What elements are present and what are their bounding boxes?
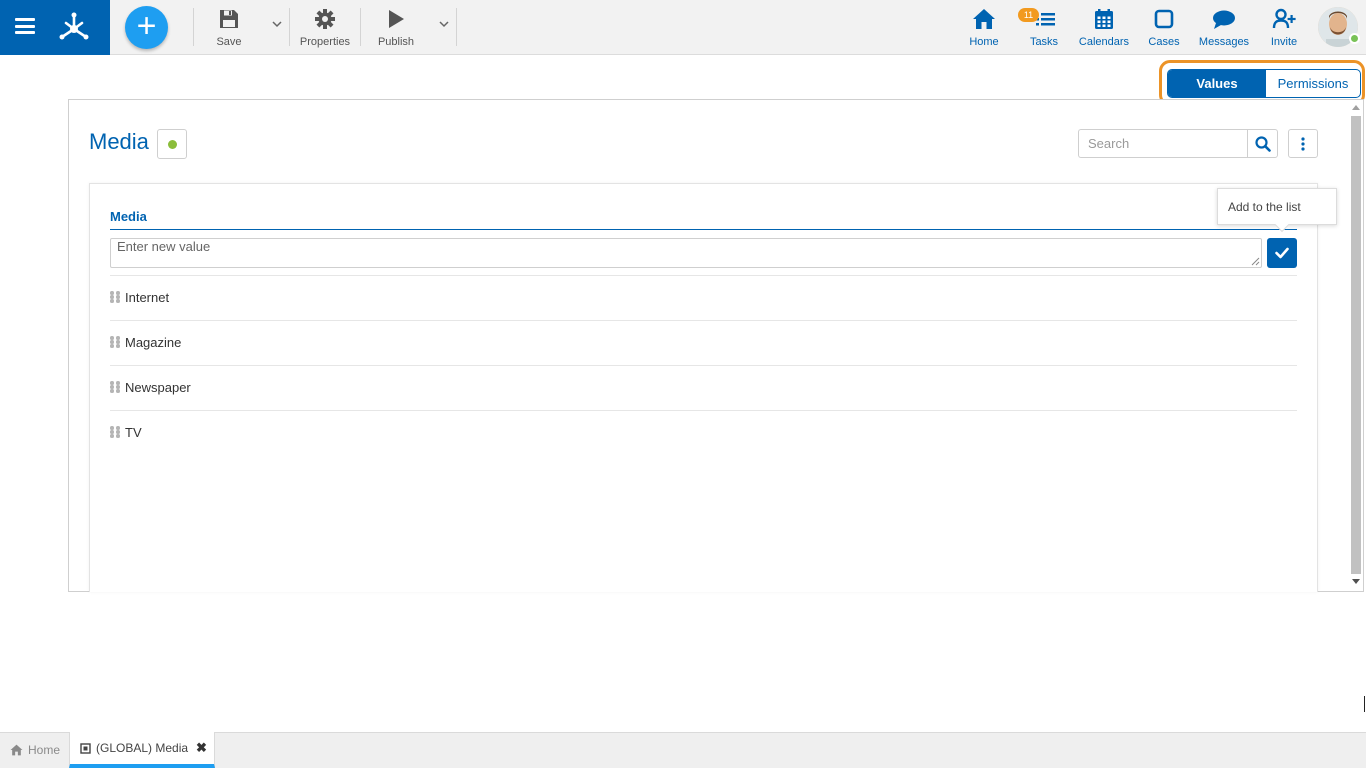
tab-values[interactable]: Values	[1168, 70, 1266, 97]
brand-area	[0, 0, 110, 55]
save-label: Save	[216, 36, 242, 48]
nav-tasks-label: Tasks	[1029, 36, 1059, 48]
house-icon	[10, 744, 23, 756]
online-status-dot	[1349, 33, 1360, 44]
list-divider	[110, 275, 1297, 276]
tasks-count-badge: 11	[1018, 8, 1039, 22]
add-to-list-tooltip: Add to the list	[1217, 188, 1337, 225]
document-icon	[80, 742, 91, 754]
bottom-tab-home[interactable]: Home	[0, 732, 69, 768]
nav-invite-label: Invite	[1270, 36, 1298, 48]
status-dot-icon	[168, 140, 177, 149]
scroll-down-arrow-icon[interactable]	[1352, 579, 1360, 584]
save-button[interactable]: Save	[212, 8, 246, 48]
publish-label: Publish	[377, 36, 415, 48]
nav-messages[interactable]: Messages	[1197, 8, 1251, 48]
page-title: Media	[89, 129, 149, 154]
floppy-disk-icon	[220, 10, 238, 28]
nav-home-label: Home	[969, 36, 999, 48]
list-divider	[110, 320, 1297, 321]
toolbar-separator	[456, 8, 457, 46]
scroll-up-arrow-icon[interactable]	[1352, 105, 1360, 110]
publish-dropdown-chevron-icon[interactable]	[437, 17, 451, 31]
nav-invite[interactable]: Invite	[1267, 8, 1301, 48]
nav-messages-label: Messages	[1198, 36, 1250, 48]
close-icon[interactable]: ✖	[196, 740, 207, 756]
list-item[interactable]: TV	[110, 421, 1297, 443]
search-input[interactable]	[1078, 129, 1248, 158]
plus-icon: +	[136, 7, 157, 45]
properties-button[interactable]: Properties	[297, 8, 353, 48]
resize-grip-icon[interactable]	[1251, 257, 1260, 266]
app-logo-icon[interactable]	[57, 10, 91, 44]
nav-cases-label: Cases	[1148, 36, 1180, 48]
list-item[interactable]: Internet	[110, 286, 1297, 308]
drag-handle-icon[interactable]	[110, 336, 120, 348]
list-item-label: Newspaper	[125, 379, 191, 395]
house-icon	[973, 9, 995, 29]
list-item-label: Internet	[125, 289, 170, 305]
drag-handle-icon[interactable]	[110, 426, 120, 438]
bottom-tab-doc-label: (GLOBAL) Media	[96, 741, 189, 755]
more-options-button[interactable]	[1288, 129, 1318, 158]
bottom-tab-global-media[interactable]: (GLOBAL) Media ✖	[69, 732, 215, 768]
field-label: Media	[110, 209, 147, 224]
toolbar-separator	[360, 8, 361, 46]
chat-bubble-icon	[1213, 10, 1235, 29]
list-item[interactable]: Newspaper	[110, 376, 1297, 398]
gear-icon	[315, 9, 335, 29]
add-new-button[interactable]: +	[125, 6, 168, 49]
play-icon	[389, 10, 404, 28]
drag-handle-icon[interactable]	[110, 291, 120, 303]
checkmark-icon	[1275, 247, 1289, 259]
tab-permissions[interactable]: Permissions	[1266, 70, 1360, 97]
bottom-tab-home-label: Home	[28, 743, 61, 757]
nav-calendars-label: Calendars	[1078, 36, 1130, 48]
view-tabs: Values Permissions	[1167, 69, 1361, 98]
calendar-icon	[1095, 9, 1113, 29]
nav-calendars[interactable]: Calendars	[1078, 8, 1130, 48]
square-icon	[1154, 9, 1174, 29]
scrollbar-thumb[interactable]	[1351, 116, 1361, 574]
toolbar-separator	[193, 8, 194, 46]
toolbar-separator	[289, 8, 290, 46]
nav-cases[interactable]: Cases	[1147, 8, 1181, 48]
list-divider	[110, 365, 1297, 366]
field-underline	[110, 229, 1297, 230]
nav-home[interactable]: Home	[966, 8, 1002, 48]
status-indicator-button[interactable]	[157, 129, 187, 159]
hamburger-icon[interactable]	[15, 18, 35, 34]
publish-button[interactable]: Publish	[376, 8, 416, 48]
list-item-label: Magazine	[125, 334, 182, 350]
properties-label: Properties	[299, 36, 351, 48]
vertical-scrollbar[interactable]	[1349, 104, 1363, 590]
save-dropdown-chevron-icon[interactable]	[270, 17, 284, 31]
drag-handle-icon[interactable]	[110, 381, 120, 393]
new-value-input[interactable]	[110, 238, 1262, 268]
mouse-text-cursor	[1364, 696, 1365, 712]
list-divider	[110, 410, 1297, 411]
list-item[interactable]: Magazine	[110, 331, 1297, 353]
kebab-icon	[1301, 136, 1305, 151]
search-button[interactable]	[1247, 129, 1278, 158]
add-user-icon	[1272, 8, 1296, 29]
list-item-label: TV	[125, 424, 142, 440]
add-value-button[interactable]	[1267, 238, 1297, 268]
search-icon	[1254, 135, 1271, 152]
